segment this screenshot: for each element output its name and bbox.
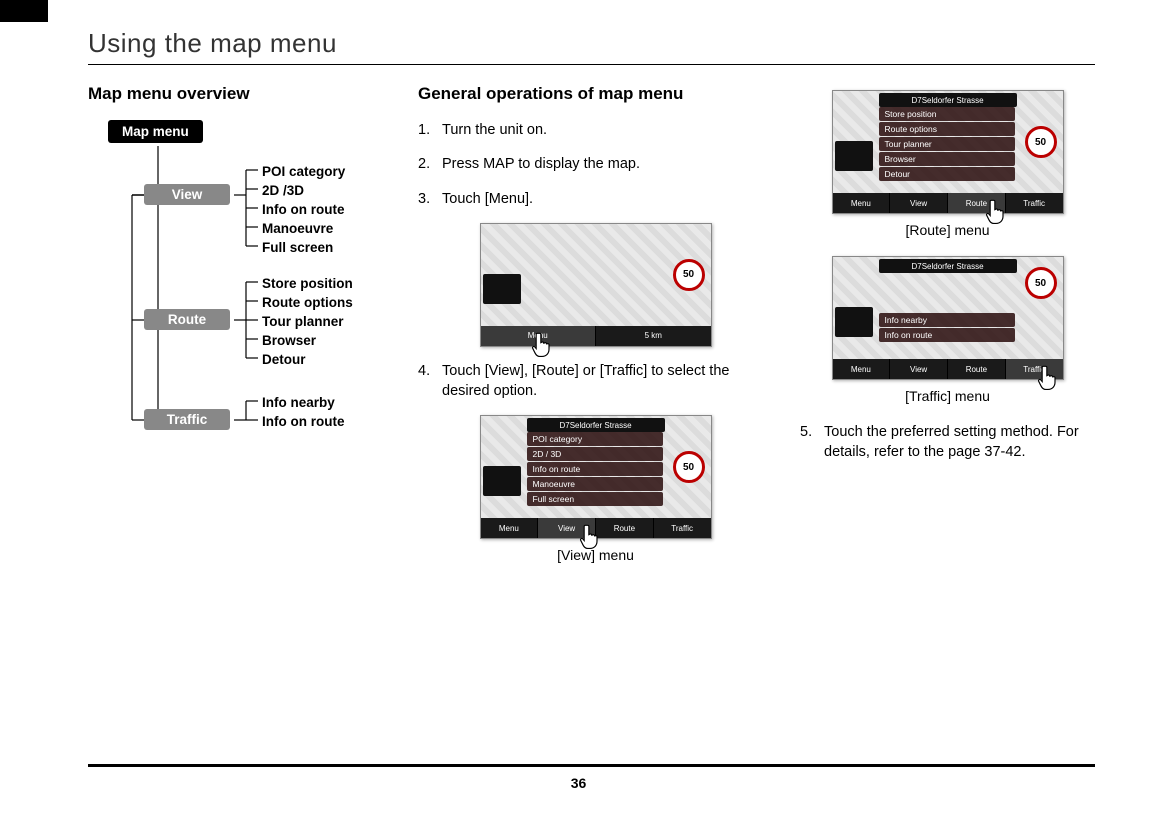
step-1: 1.Turn the unit on. [418, 120, 773, 140]
panel-traffic: Info nearby Info on route [879, 313, 1015, 343]
column-general-ops: General operations of map menu 1.Turn th… [418, 84, 773, 581]
speed-sign: 50 [673, 451, 705, 483]
leaf: Route options [262, 293, 353, 312]
bottom-tabs: Menu View Route Traffic [833, 193, 1063, 213]
leaf: POI category [262, 162, 345, 181]
bottom-tabs: Menu View Route Traffic [481, 518, 711, 538]
info-strip [483, 466, 521, 496]
step-4: 4.Touch [View], [Route] or [Traffic] to … [418, 361, 773, 402]
leaf: 2D /3D [262, 181, 345, 200]
node-route: Route [144, 309, 230, 330]
tab-view[interactable]: View [890, 359, 948, 379]
screenshot-view: D7Seldorfer Strasse POI category 2D / 3D… [480, 415, 712, 539]
node-traffic: Traffic [144, 409, 230, 430]
leaf: Full screen [262, 238, 345, 257]
steps-list: 1.Turn the unit on. 2.Press MAP to displ… [418, 120, 773, 209]
top-bar: D7Seldorfer Strasse [527, 418, 665, 432]
leaf: Manoeuvre [262, 219, 345, 238]
tab-route[interactable]: Route [596, 518, 654, 538]
leaves-route: Store position Route options Tour planne… [262, 274, 353, 369]
tab-route[interactable]: Route [948, 193, 1006, 213]
tab-traffic[interactable]: Traffic [654, 518, 711, 538]
tab-view[interactable]: View [538, 518, 596, 538]
tab-route[interactable]: Route [948, 359, 1006, 379]
tab-menu[interactable]: Menu [833, 359, 891, 379]
leaf: Info on route [262, 412, 344, 431]
tab-menu[interactable]: Menu [481, 326, 597, 346]
tab-scale: 5 km [596, 326, 711, 346]
tab-view[interactable]: View [890, 193, 948, 213]
tab-menu[interactable]: Menu [481, 518, 539, 538]
tab-traffic[interactable]: Traffic [1006, 193, 1063, 213]
leaf: Browser [262, 331, 353, 350]
info-strip [835, 307, 873, 337]
top-bar: D7Seldorfer Strasse [879, 259, 1017, 273]
screenshot-traffic: D7Seldorfer Strasse Info nearby Info on … [832, 256, 1064, 380]
screenshot-route: D7Seldorfer Strasse Store position Route… [832, 90, 1064, 214]
node-view: View [144, 184, 230, 205]
leaves-view: POI category 2D /3D Info on route Manoeu… [262, 162, 345, 257]
step-3: 3.Touch [Menu]. [418, 189, 773, 209]
leaf: Tour planner [262, 312, 353, 331]
menu-tree-diagram: Map menu View POI category 2D /3D Info o… [88, 120, 398, 450]
leaf: Detour [262, 350, 353, 369]
node-map-menu: Map menu [108, 120, 203, 143]
tab-traffic[interactable]: Traffic [1006, 359, 1063, 379]
info-strip [835, 141, 873, 171]
corner-tab [0, 0, 48, 22]
caption-traffic: [Traffic] menu [800, 388, 1095, 404]
caption-route: [Route] menu [800, 222, 1095, 238]
info-strip [483, 274, 521, 304]
leaf: Store position [262, 274, 353, 293]
steps-list-2: 4.Touch [View], [Route] or [Traffic] to … [418, 361, 773, 402]
step-5: 5.Touch the preferred setting method. Fo… [800, 422, 1095, 463]
page-title: Using the map menu [88, 28, 337, 59]
speed-sign: 50 [1025, 267, 1057, 299]
heading-overview: Map menu overview [88, 84, 398, 104]
tab-menu[interactable]: Menu [833, 193, 891, 213]
caption-view: [View] menu [418, 547, 773, 563]
speed-sign: 50 [1025, 126, 1057, 158]
page-number: 36 [0, 775, 1157, 791]
heading-general: General operations of map menu [418, 84, 773, 104]
steps-list-3: 5.Touch the preferred setting method. Fo… [800, 422, 1095, 463]
column-right: D7Seldorfer Strasse Store position Route… [800, 84, 1095, 477]
panel-view: POI category 2D / 3D Info on route Manoe… [527, 432, 663, 507]
column-overview: Map menu overview [88, 84, 398, 450]
panel-route: Store position Route options Tour planne… [879, 107, 1015, 182]
bottom-tabs: Menu View Route Traffic [833, 359, 1063, 379]
leaves-traffic: Info nearby Info on route [262, 393, 344, 431]
screenshot-menu: 50 Menu 5 km [480, 223, 712, 347]
divider-top [88, 64, 1095, 65]
bottom-tabs: Menu 5 km [481, 326, 711, 346]
leaf: Info on route [262, 200, 345, 219]
leaf: Info nearby [262, 393, 344, 412]
top-bar: D7Seldorfer Strasse [879, 93, 1017, 107]
divider-bottom [88, 764, 1095, 767]
step-2: 2.Press MAP to display the map. [418, 154, 773, 174]
speed-sign: 50 [673, 259, 705, 291]
